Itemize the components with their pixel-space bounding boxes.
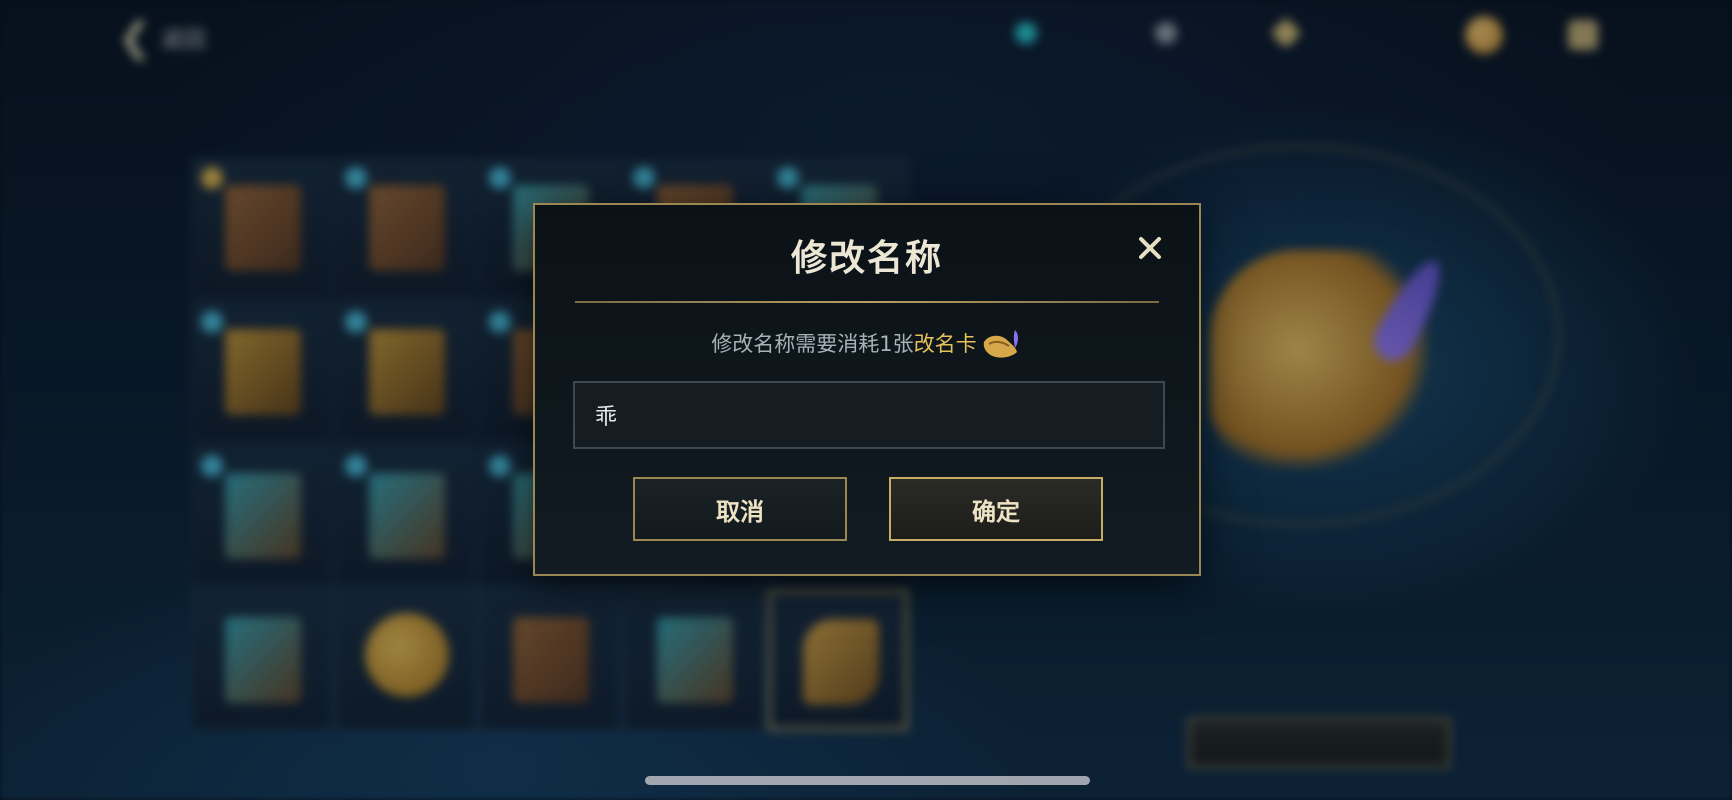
rename-dialog: 修改名称 修改名称需要消耗1张改名卡 取消 确定: [533, 203, 1201, 576]
cancel-button[interactable]: 取消: [633, 477, 847, 541]
message-prefix: 修改名称需要消耗1张: [711, 332, 914, 356]
home-indicator[interactable]: [645, 776, 1090, 785]
rename-cost-message: 修改名称需要消耗1张改名卡: [535, 328, 1199, 362]
name-input[interactable]: [573, 381, 1165, 449]
rename-card-link: 改名卡: [913, 332, 977, 356]
confirm-button[interactable]: 确定: [889, 477, 1103, 541]
rename-card-icon: [981, 328, 1023, 362]
dialog-title: 修改名称: [790, 238, 943, 279]
dialog-divider: [575, 301, 1159, 303]
close-icon[interactable]: [1137, 235, 1163, 261]
